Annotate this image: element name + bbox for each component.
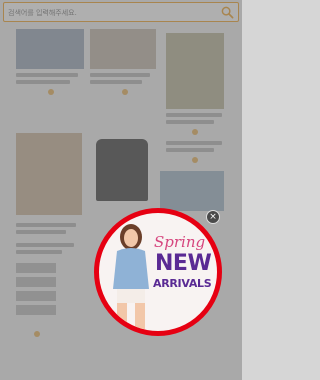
model-illustration	[113, 224, 149, 329]
promo-popup[interactable]: Spring NEW ARRIVALS	[94, 208, 222, 336]
promo-spring-text: Spring	[154, 233, 206, 251]
close-icon[interactable]: ×	[206, 210, 220, 224]
promo-new-text: NEW	[155, 251, 212, 276]
promo-arrivals-text: ARRIVALS	[153, 277, 212, 290]
